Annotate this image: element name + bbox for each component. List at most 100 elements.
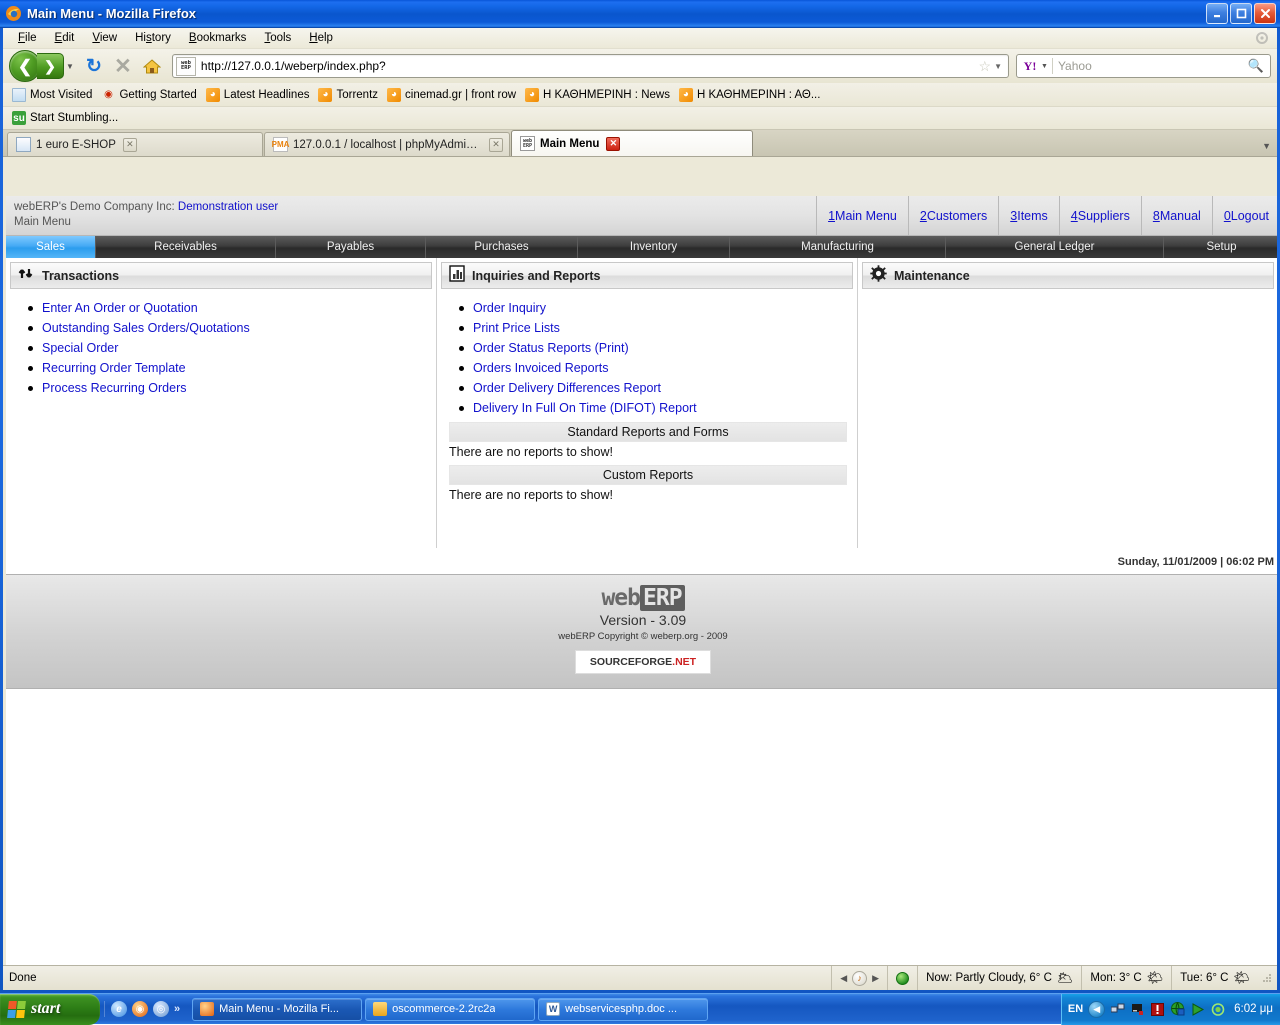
close-button[interactable] [1254, 3, 1276, 24]
tab-manufacturing[interactable]: Manufacturing [730, 236, 946, 258]
bookmark-start-stumbling[interactable]: su Start Stumbling... [9, 109, 124, 127]
bookmark-kathimerini-news[interactable]: ◕ Η ΚΑΘΗΜΕΡΙΝΗ : News [522, 86, 676, 104]
menu-edit[interactable]: Edit [46, 30, 84, 46]
quicklink-suppliers[interactable]: 4 Suppliers [1058, 196, 1141, 235]
link-print-price-lists[interactable]: Print Price Lists [473, 321, 560, 335]
chevron-left-icon[interactable]: ◀ [1088, 1000, 1106, 1018]
link-enter-order[interactable]: Enter An Order or Quotation [42, 301, 198, 315]
clock[interactable]: 6:02 μμ [1234, 1003, 1273, 1015]
link-order-status-reports[interactable]: Order Status Reports (Print) [473, 341, 629, 355]
url-text[interactable]: http://127.0.0.1/weberp/index.php? [201, 59, 976, 73]
chevron-down-icon[interactable]: ▼ [1041, 63, 1048, 70]
tab-setup[interactable]: Setup [1164, 236, 1277, 258]
search-bar[interactable]: Y! ▼ Yahoo 🔍 [1016, 54, 1271, 78]
prev-icon[interactable]: ◀ [840, 973, 847, 984]
warning-icon[interactable] [1150, 1002, 1165, 1017]
link-order-inquiry[interactable]: Order Inquiry [473, 301, 546, 315]
menu-bookmarks[interactable]: Bookmarks [180, 30, 256, 46]
start-label: start [31, 1000, 61, 1017]
app-icon[interactable]: ◎ [153, 1001, 169, 1017]
bookmark-most-visited[interactable]: Most Visited [9, 86, 98, 104]
history-dropdown-icon[interactable]: ▼ [66, 62, 74, 71]
menu-history[interactable]: History [126, 30, 180, 46]
link-process-recurring-orders[interactable]: Process Recurring Orders [42, 381, 187, 395]
media-play-icon[interactable] [1190, 1002, 1205, 1017]
bookmark-latest-headlines[interactable]: ◕ Latest Headlines [203, 86, 316, 104]
quicklink-customers[interactable]: 2 Customers [907, 196, 998, 235]
tab-payables[interactable]: Payables [276, 236, 426, 258]
bookmark-cinemad[interactable]: ◕ cinemad.gr | front row [384, 86, 522, 104]
folder-icon [373, 1002, 388, 1016]
quicklink-main-menu[interactable]: 1 Main Menu [816, 196, 908, 235]
globe-icon[interactable] [1170, 1002, 1185, 1017]
weather-now[interactable]: Now: Partly Cloudy, 6° C 🌥 [917, 966, 1081, 990]
tab-purchases[interactable]: Purchases [426, 236, 578, 258]
language-indicator[interactable]: EN [1068, 1003, 1083, 1015]
next-icon[interactable]: ▶ [872, 973, 879, 984]
weather-tue[interactable]: Tue: 6° C 🌤 [1171, 966, 1258, 990]
tab-close-icon[interactable]: ✕ [606, 136, 621, 151]
start-button[interactable]: start [0, 993, 100, 1025]
rss-icon: ◕ [525, 87, 540, 102]
menu-file[interactable]: File [9, 30, 46, 46]
stop-button[interactable]: ✕ [110, 53, 136, 79]
quicklink-manual[interactable]: 8 Manual [1140, 196, 1212, 235]
tab-1-euro-eshop[interactable]: 1 euro E-SHOP ✕ [7, 132, 263, 156]
menu-tools[interactable]: Tools [255, 30, 300, 46]
tab-sales[interactable]: Sales [6, 236, 96, 258]
chevron-down-icon[interactable]: ▼ [994, 62, 1002, 71]
taskbutton-label: oscommerce-2.2rc2a [392, 1003, 496, 1015]
sourceforge-badge[interactable]: SOURCEFORGE.NET [574, 650, 712, 674]
link-difot-report[interactable]: Delivery In Full On Time (DIFOT) Report [473, 401, 697, 415]
user-link[interactable]: Demonstration user [178, 201, 278, 213]
quicklink-logout[interactable]: 0 Logout [1211, 196, 1277, 235]
maximize-button[interactable] [1230, 3, 1252, 24]
taskbutton-oscommerce-folder[interactable]: oscommerce-2.2rc2a [365, 997, 536, 1021]
status-indicator[interactable] [887, 966, 917, 990]
magnifier-icon[interactable]: 🔍 [1248, 58, 1264, 74]
quick-launch-overflow[interactable]: » [174, 1003, 180, 1015]
link-order-delivery-differences[interactable]: Order Delivery Differences Report [473, 381, 661, 395]
search-input[interactable]: Yahoo [1058, 59, 1248, 73]
rss-icon: ◕ [387, 87, 402, 102]
firefox-icon[interactable]: ◉ [132, 1001, 148, 1017]
weather-mon[interactable]: Mon: 3° C 🌤 [1081, 966, 1171, 990]
tab-label: Main Menu [540, 137, 600, 150]
tab-close-icon[interactable]: ✕ [489, 137, 503, 152]
link-recurring-order-template[interactable]: Recurring Order Template [42, 361, 186, 375]
forward-button[interactable]: ❯ [37, 53, 64, 79]
network-icon[interactable] [1110, 1002, 1125, 1017]
link-special-order[interactable]: Special Order [42, 341, 118, 355]
tab-receivables[interactable]: Receivables [96, 236, 276, 258]
shield-icon[interactable] [1210, 1002, 1225, 1017]
volume-icon[interactable] [1130, 1002, 1145, 1017]
menu-help[interactable]: Help [300, 30, 342, 46]
tab-inventory[interactable]: Inventory [578, 236, 730, 258]
bookmark-getting-started[interactable]: ◉ Getting Started [98, 86, 202, 104]
internet-explorer-icon[interactable]: e [111, 1001, 127, 1017]
tab-close-icon[interactable]: ✕ [122, 137, 137, 152]
star-icon[interactable]: ☆ [979, 58, 992, 75]
bookmark-torrentz[interactable]: ◕ Torrentz [315, 86, 384, 104]
address-bar[interactable]: web ERP http://127.0.0.1/weberp/index.ph… [171, 54, 1009, 78]
chevron-down-icon[interactable]: ▼ [1262, 141, 1271, 151]
bookmark-kathimerini-ath[interactable]: ◕ Η ΚΑΘΗΜΕΡΙΝΗ : ΑΘ... [676, 86, 827, 104]
yahoo-icon[interactable]: Y! [1019, 57, 1041, 75]
taskbutton-firefox[interactable]: Main Menu - Mozilla Fi... [192, 997, 363, 1021]
taskbutton-word-doc[interactable]: W webservicesphp.doc ... [538, 997, 709, 1021]
link-outstanding-orders[interactable]: Outstanding Sales Orders/Quotations [42, 321, 250, 335]
minimize-button[interactable] [1206, 3, 1228, 24]
tab-general-ledger[interactable]: General Ledger [946, 236, 1164, 258]
back-forward-group: ❮ ❯ ▼ [9, 50, 78, 82]
music-controls[interactable]: ◀ ♪ ▶ [831, 966, 887, 990]
quicklink-items[interactable]: 3 Items [998, 196, 1059, 235]
gear-icon[interactable] [1255, 31, 1269, 45]
music-note-icon[interactable]: ♪ [852, 970, 868, 986]
resize-grip-icon[interactable] [1260, 971, 1274, 985]
tab-phpmyadmin[interactable]: PMA 127.0.0.1 / localhost | phpMyAdmin 2… [264, 132, 510, 156]
link-orders-invoiced-reports[interactable]: Orders Invoiced Reports [473, 361, 608, 375]
reload-button[interactable]: ↻ [81, 53, 107, 79]
menu-view[interactable]: View [83, 30, 126, 46]
home-button[interactable] [139, 53, 165, 79]
tab-main-menu[interactable]: web ERP Main Menu ✕ [511, 130, 753, 156]
